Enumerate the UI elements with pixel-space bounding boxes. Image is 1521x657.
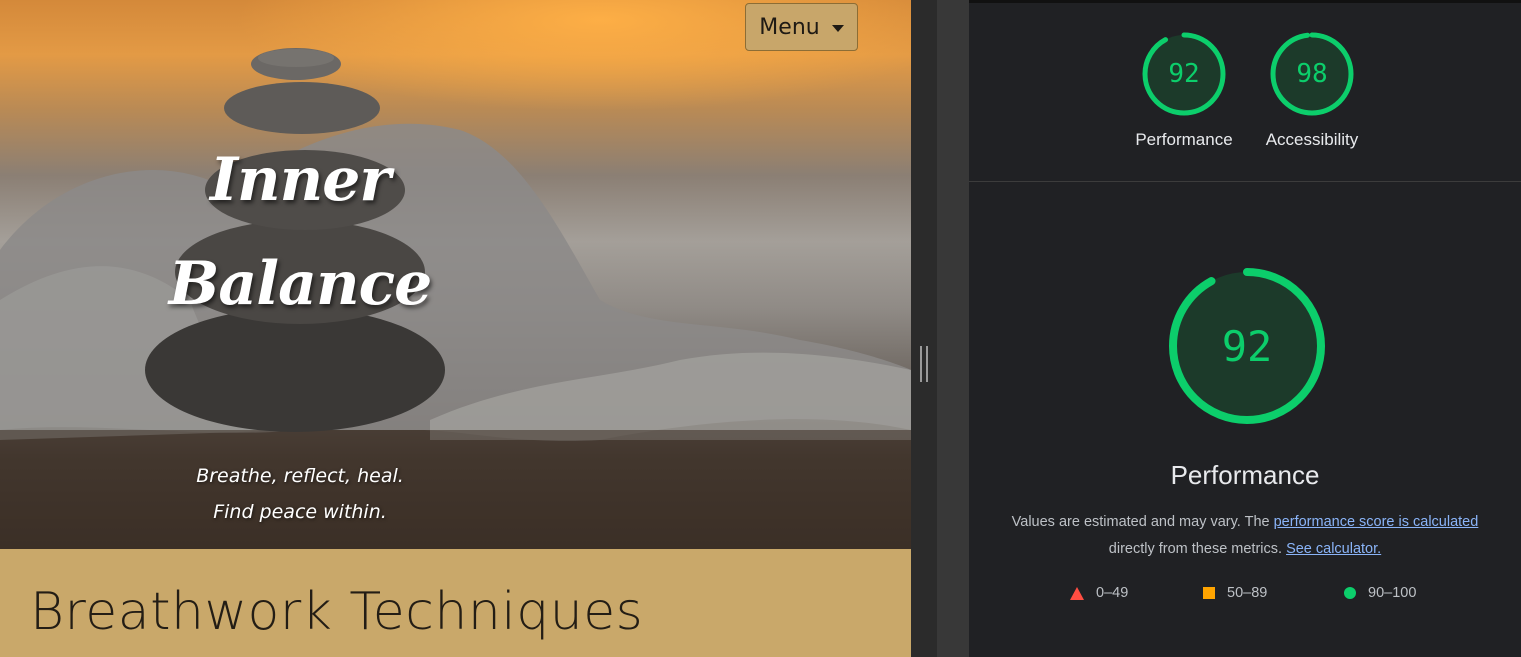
site-title: Inner Balance	[140, 128, 460, 336]
section-heading: Breathwork Techniques	[30, 582, 644, 642]
see-calculator-link[interactable]: See calculator.	[1286, 541, 1381, 557]
panel-top-border	[969, 0, 1521, 3]
legend-range-pass: 90–100	[1368, 585, 1417, 601]
legend-item-pass: 90–100	[1344, 585, 1416, 601]
accessibility-score-label[interactable]: Accessibility	[1232, 130, 1392, 150]
accessibility-score-value: 98	[1296, 59, 1328, 89]
site-title-line1: Inner	[209, 145, 391, 215]
legend-range-average: 50–89	[1227, 585, 1268, 601]
lighthouse-report-panel: 92 Performance 98 Accessibility 92 Perfo…	[969, 0, 1521, 657]
desc-middle: directly from these metrics.	[1108, 541, 1287, 557]
tagline-line2: Find peace within.	[213, 501, 387, 523]
score-legend: 0–49 50–89 90–100	[969, 585, 1521, 605]
pane-splitter[interactable]	[911, 0, 937, 657]
caret-down-icon	[831, 24, 844, 32]
menu-dropdown-button[interactable]: Menu	[745, 3, 858, 51]
desc-prefix: Values are estimated and may vary. The	[1011, 514, 1274, 530]
main-performance-gauge: 92	[1167, 266, 1327, 426]
site-title-line2: Balance	[168, 249, 433, 319]
performance-score-value: 92	[1168, 59, 1200, 89]
square-icon	[1203, 587, 1215, 599]
main-performance-title: Performance	[1170, 460, 1320, 490]
hero-banner: Menu Inner Balance Breathe, reflect, hea…	[0, 0, 911, 549]
circle-icon	[1344, 587, 1356, 599]
section-divider	[969, 181, 1521, 182]
score-description: Values are estimated and may vary. The p…	[969, 509, 1521, 563]
legend-item-average: 50–89	[1203, 585, 1267, 601]
panel-gutter	[937, 0, 969, 657]
score-calculated-link[interactable]: performance score is calculated	[1274, 514, 1479, 530]
site-tagline: Breathe, reflect, heal. Find peace withi…	[140, 458, 460, 530]
drag-handle-icon[interactable]	[920, 346, 928, 382]
website-preview: Menu Inner Balance Breathe, reflect, hea…	[0, 0, 911, 657]
menu-label: Menu	[759, 14, 820, 40]
tagline-line1: Breathe, reflect, heal.	[196, 465, 404, 487]
triangle-icon	[1070, 586, 1084, 600]
legend-range-fail: 0–49	[1096, 585, 1129, 601]
legend-item-fail: 0–49	[1070, 585, 1128, 601]
main-performance-value: 92	[1221, 321, 1273, 371]
accessibility-score-gauge[interactable]: 98	[1269, 31, 1355, 117]
performance-score-gauge[interactable]: 92	[1141, 31, 1227, 117]
